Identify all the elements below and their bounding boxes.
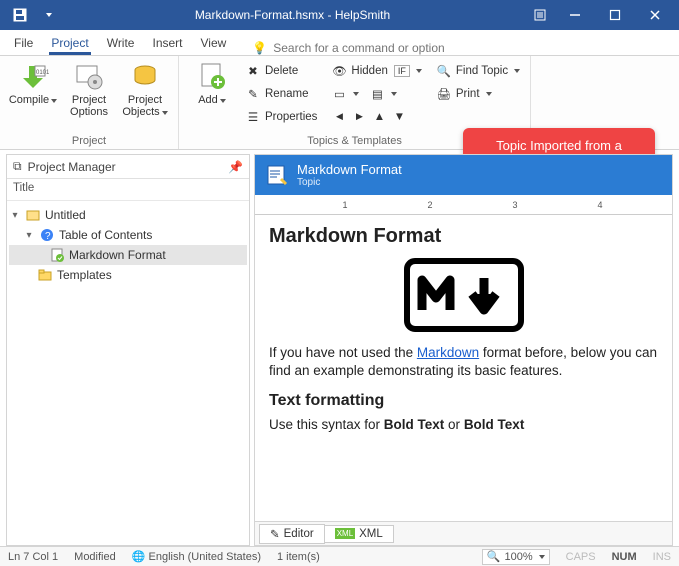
window-title: Markdown-Format.hsmx - HelpSmith <box>60 8 525 22</box>
markdown-link[interactable]: Markdown <box>417 345 479 360</box>
topic-header-icon <box>265 163 289 187</box>
project-objects-button[interactable]: Project Objects <box>118 58 172 120</box>
topic-icon <box>49 247 65 263</box>
tree-toc[interactable]: ▾?Table of Contents <box>9 225 247 245</box>
properties-button[interactable]: ☰Properties <box>241 106 321 128</box>
pin-icon[interactable]: 📌 <box>228 160 243 174</box>
delete-button[interactable]: ✖Delete <box>241 60 321 82</box>
toc-icon: ? <box>39 227 55 243</box>
ribbon-tabs: File Project Write Insert View 💡 <box>0 30 679 56</box>
ruler[interactable]: 1 2 3 4 <box>255 195 672 215</box>
add-icon <box>196 60 228 92</box>
search-input[interactable] <box>273 41 669 55</box>
qat-dropdown[interactable] <box>36 4 60 26</box>
rename-button[interactable]: ✎Rename <box>241 83 321 105</box>
status-modified: Modified <box>74 551 116 563</box>
status-caps: CAPS <box>566 551 596 563</box>
close-button[interactable] <box>635 0 675 30</box>
tab-insert[interactable]: Insert <box>150 32 184 55</box>
zoom-control[interactable]: 🔍100% <box>482 549 550 565</box>
doc-h1: Markdown Format <box>269 225 658 248</box>
svg-text:0101: 0101 <box>36 70 49 76</box>
status-items: 1 item(s) <box>277 551 320 563</box>
print-icon: 🖨 <box>436 86 452 102</box>
column-header-title[interactable]: Title <box>7 179 249 201</box>
template-icon: ▭ <box>331 86 347 102</box>
ribbon-small-btn[interactable]: ▭ ▤ <box>327 83 425 105</box>
tab-xml[interactable]: XMLXML <box>325 525 394 543</box>
tree-templates[interactable]: Templates <box>9 265 247 285</box>
editor-icon: ✎ <box>270 527 280 541</box>
tab-view[interactable]: View <box>199 32 229 55</box>
properties-icon: ☰ <box>245 109 261 125</box>
status-cursor-pos: Ln 7 Col 1 <box>8 551 58 563</box>
document-area[interactable]: Markdown Format If you have not used the… <box>255 215 672 521</box>
tab-editor[interactable]: ✎Editor <box>259 524 325 544</box>
hidden-icon: 👁 <box>331 63 347 79</box>
folder-icon <box>37 267 53 283</box>
editor-bottom-tabs: ✎Editor XMLXML <box>255 521 672 545</box>
topic-header: Markdown Format Topic <box>255 155 672 195</box>
editor-panel: Markdown Format Topic 1 2 3 4 Markdown F… <box>254 154 673 546</box>
compile-icon: 0101 <box>17 60 49 92</box>
tab-project[interactable]: Project <box>49 32 90 55</box>
svg-text:?: ? <box>45 231 51 242</box>
titlebar: Markdown-Format.hsmx - HelpSmith <box>0 0 679 30</box>
doc-p1: If you have not used the Markdown format… <box>269 344 658 380</box>
delete-icon: ✖ <box>245 63 261 79</box>
panel-title: Project Manager <box>28 160 222 174</box>
up-icon: ▲ <box>371 109 387 125</box>
status-num: NUM <box>612 551 637 563</box>
project-icon <box>25 207 41 223</box>
doc-p2: Use this syntax for Bold Text or Bold Te… <box>269 416 658 434</box>
tree-topic-markdown-format[interactable]: Markdown Format <box>9 245 247 265</box>
xml-icon: XML <box>335 528 355 539</box>
add-button[interactable]: Add <box>185 58 239 108</box>
project-tree: ▾Untitled ▾?Table of Contents Markdown F… <box>7 201 249 289</box>
project-options-button[interactable]: Project Options <box>62 58 116 120</box>
options-icon <box>73 60 105 92</box>
status-language[interactable]: 🌐 English (United States) <box>132 550 261 563</box>
hidden-button[interactable]: 👁Hidden IF <box>327 60 425 82</box>
compile-button[interactable]: 0101 Compile <box>6 58 60 108</box>
group-label-project: Project <box>6 134 172 149</box>
save-button[interactable] <box>8 4 32 26</box>
doc-h2: Text formatting <box>269 392 658 410</box>
tab-file[interactable]: File <box>12 32 35 55</box>
page-icon: ▤ <box>369 86 385 102</box>
find-icon: 🔍 <box>436 63 452 79</box>
ribbon-options-icon[interactable] <box>525 0 555 30</box>
ribbon-arrow-btns[interactable]: ◄ ► ▲ ▼ <box>327 106 425 128</box>
maximize-button[interactable] <box>595 0 635 30</box>
minimize-button[interactable] <box>555 0 595 30</box>
panel-icon: ⧉ <box>13 159 22 174</box>
left-icon: ◄ <box>331 109 347 125</box>
tree-root[interactable]: ▾Untitled <box>9 205 247 225</box>
find-topic-button[interactable]: 🔍Find Topic <box>432 60 524 82</box>
status-ins: INS <box>653 551 671 563</box>
down-icon: ▼ <box>391 109 407 125</box>
markdown-logo <box>269 258 658 332</box>
command-search[interactable]: 💡 <box>252 41 669 55</box>
objects-icon <box>129 60 161 92</box>
right-icon: ► <box>351 109 367 125</box>
print-button[interactable]: 🖨Print <box>432 83 524 105</box>
tab-write[interactable]: Write <box>105 32 137 55</box>
rename-icon: ✎ <box>245 86 261 102</box>
statusbar: Ln 7 Col 1 Modified 🌐 English (United St… <box>0 546 679 566</box>
project-manager-panel: ⧉ Project Manager 📌 Title ▾Untitled ▾?Ta… <box>6 154 250 546</box>
lightbulb-icon: 💡 <box>252 41 267 55</box>
